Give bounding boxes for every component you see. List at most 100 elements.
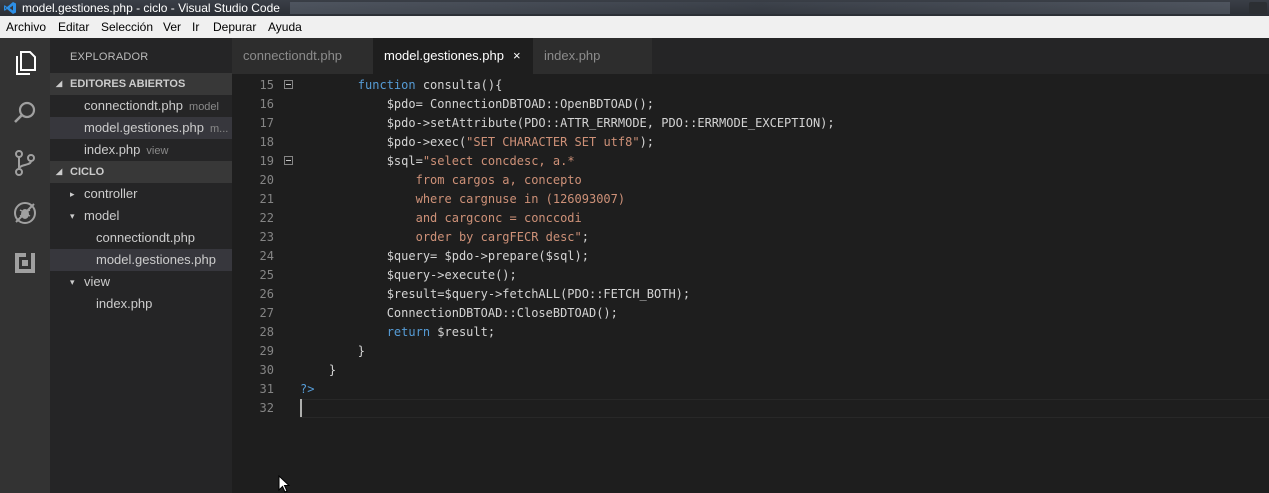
- string-token: "select concdesc, a.*: [422, 154, 575, 168]
- activity-bar: [0, 38, 50, 493]
- code-line[interactable]: 19 $sql="select concdesc, a.*: [232, 152, 1269, 171]
- project-header[interactable]: ◢ CICLO: [50, 161, 232, 183]
- line-number: 29: [259, 344, 274, 358]
- extensions-button[interactable]: [10, 248, 40, 278]
- tree-file-connectiondt[interactable]: connectiondt.php: [50, 227, 232, 249]
- code-line[interactable]: 28 return $result;: [232, 323, 1269, 342]
- line-number: 27: [259, 306, 274, 320]
- code-line[interactable]: 26 $result=$query->fetchALL(PDO::FETCH_B…: [232, 285, 1269, 304]
- open-editor-desc: view: [146, 145, 169, 157]
- line-number: 22: [259, 211, 274, 225]
- menu-ver[interactable]: Ver: [163, 16, 181, 38]
- code-line[interactable]: 30 }: [232, 361, 1269, 380]
- window-controls[interactable]: [1249, 2, 1267, 14]
- code-token: $pdo->setAttribute(PDO::ATTR_ERRMODE, PD…: [300, 116, 835, 130]
- code-text: }: [300, 342, 365, 361]
- code-line[interactable]: 23 order by cargFECR desc";: [232, 228, 1269, 247]
- code-line[interactable]: 31 ?>: [232, 380, 1269, 399]
- line-number: 24: [259, 249, 274, 263]
- code-token: $query= $pdo->prepare($sql);: [300, 249, 589, 263]
- line-number: 26: [259, 287, 274, 301]
- code-line[interactable]: 15 function consulta(){: [232, 76, 1269, 95]
- open-editor-desc: m...: [209, 123, 229, 135]
- code-editor[interactable]: 15 function consulta(){16 $pdo= Connecti…: [232, 74, 1269, 493]
- explorer-button[interactable]: [10, 48, 40, 78]
- code-line[interactable]: 27 ConnectionDBTOAD::CloseBDTOAD();: [232, 304, 1269, 323]
- fold-toggle-icon[interactable]: [284, 156, 293, 165]
- code-token: $result;: [430, 325, 496, 339]
- collapse-arrow-icon: ◢: [56, 167, 63, 176]
- source-control-button[interactable]: [10, 148, 40, 178]
- tab-label: connectiondt.php: [243, 48, 343, 63]
- tree-item-label: connectiondt.php: [96, 230, 196, 245]
- chevron-down-icon: ▾: [70, 277, 75, 287]
- code-line[interactable]: 20 from cargos a, concepto: [232, 171, 1269, 190]
- line-number: 28: [259, 325, 274, 339]
- code-token: }: [300, 363, 337, 377]
- code-line[interactable]: 32: [232, 399, 1269, 418]
- tree-folder-controller[interactable]: ▸ controller: [50, 183, 232, 205]
- code-text: order by cargFECR desc";: [300, 228, 589, 247]
- code-text: ?>: [300, 380, 314, 399]
- code-text: $sql="select concdesc, a.*: [300, 152, 575, 171]
- code-text: $pdo->exec("SET CHARACTER SET utf8");: [300, 133, 654, 152]
- open-editor-item[interactable]: model.gestiones.php m...: [50, 117, 232, 139]
- menu-ayuda[interactable]: Ayuda: [268, 16, 302, 38]
- line-number: 32: [259, 401, 274, 415]
- fold-toggle-icon[interactable]: [284, 80, 293, 89]
- code-token: $query->execute();: [300, 268, 517, 282]
- search-icon: [14, 101, 36, 123]
- open-editor-item[interactable]: index.php view: [50, 139, 232, 161]
- string-token: order by cargFECR desc": [300, 230, 582, 244]
- code-line[interactable]: 18 $pdo->exec("SET CHARACTER SET utf8");: [232, 133, 1269, 152]
- code-line[interactable]: 24 $query= $pdo->prepare($sql);: [232, 247, 1269, 266]
- menu-ir[interactable]: Ir: [192, 16, 199, 38]
- menu-seleccion[interactable]: Selección: [101, 16, 153, 38]
- code-line[interactable]: 22 and cargconc = conccodi: [232, 209, 1269, 228]
- code-line[interactable]: 17 $pdo->setAttribute(PDO::ATTR_ERRMODE,…: [232, 114, 1269, 133]
- code-text: return $result;: [300, 323, 495, 342]
- tree-file-index[interactable]: index.php: [50, 293, 232, 315]
- code-line[interactable]: 29 }: [232, 342, 1269, 361]
- open-editors-header[interactable]: ◢ EDITORES ABIERTOS: [50, 73, 232, 95]
- tab-connectiondt[interactable]: connectiondt.php: [232, 38, 373, 74]
- code-text: from cargos a, concepto: [300, 171, 582, 190]
- code-text: $pdo= ConnectionDBTOAD::OpenBDTOAD();: [300, 95, 654, 114]
- menu-bar: Archivo Editar Selección Ver Ir Depurar …: [0, 16, 1269, 39]
- tree-file-model-gestiones[interactable]: model.gestiones.php: [50, 249, 232, 271]
- tree-folder-model[interactable]: ▾ model: [50, 205, 232, 227]
- code-token: ConnectionDBTOAD::CloseBDTOAD();: [300, 306, 618, 320]
- search-button[interactable]: [10, 98, 40, 128]
- tree-folder-view[interactable]: ▾ view: [50, 271, 232, 293]
- debug-button[interactable]: [10, 198, 40, 228]
- tab-model-gestiones[interactable]: model.gestiones.php ×: [373, 38, 533, 74]
- open-editor-item[interactable]: connectiondt.php model: [50, 95, 232, 117]
- explorer-title: EXPLORADOR: [70, 51, 149, 63]
- line-number: 20: [259, 173, 274, 187]
- code-token: }: [300, 344, 366, 358]
- menu-depurar[interactable]: Depurar: [213, 16, 256, 38]
- current-line-highlight: [300, 399, 1269, 418]
- line-number: 23: [259, 230, 274, 244]
- code-text: and cargconc = conccodi: [300, 209, 582, 228]
- tab-label: index.php: [544, 48, 601, 63]
- keyword-token: function: [357, 78, 416, 92]
- code-line[interactable]: 25 $query->execute();: [232, 266, 1269, 285]
- menu-editar[interactable]: Editar: [58, 16, 89, 38]
- editor-tab-bar: connectiondt.php model.gestiones.php × in…: [232, 38, 1269, 74]
- code-line[interactable]: 16 $pdo= ConnectionDBTOAD::OpenBDTOAD();: [232, 95, 1269, 114]
- code-token: consulta(){: [415, 78, 503, 92]
- extensions-icon: [15, 253, 35, 273]
- close-icon[interactable]: ×: [513, 48, 521, 63]
- code-line[interactable]: 21 where cargnuse in (126093007): [232, 190, 1269, 209]
- code-text: $result=$query->fetchALL(PDO::FETCH_BOTH…: [300, 285, 690, 304]
- line-number: 16: [259, 97, 274, 111]
- menu-archivo[interactable]: Archivo: [6, 16, 46, 38]
- code-text: function consulta(){: [300, 76, 503, 95]
- code-token: );: [639, 135, 655, 149]
- window-title: model.gestiones.php - ciclo - Visual Stu…: [22, 1, 280, 15]
- code-token: $sql=: [300, 154, 423, 168]
- tab-index[interactable]: index.php: [533, 38, 652, 74]
- code-text: $query= $pdo->prepare($sql);: [300, 247, 589, 266]
